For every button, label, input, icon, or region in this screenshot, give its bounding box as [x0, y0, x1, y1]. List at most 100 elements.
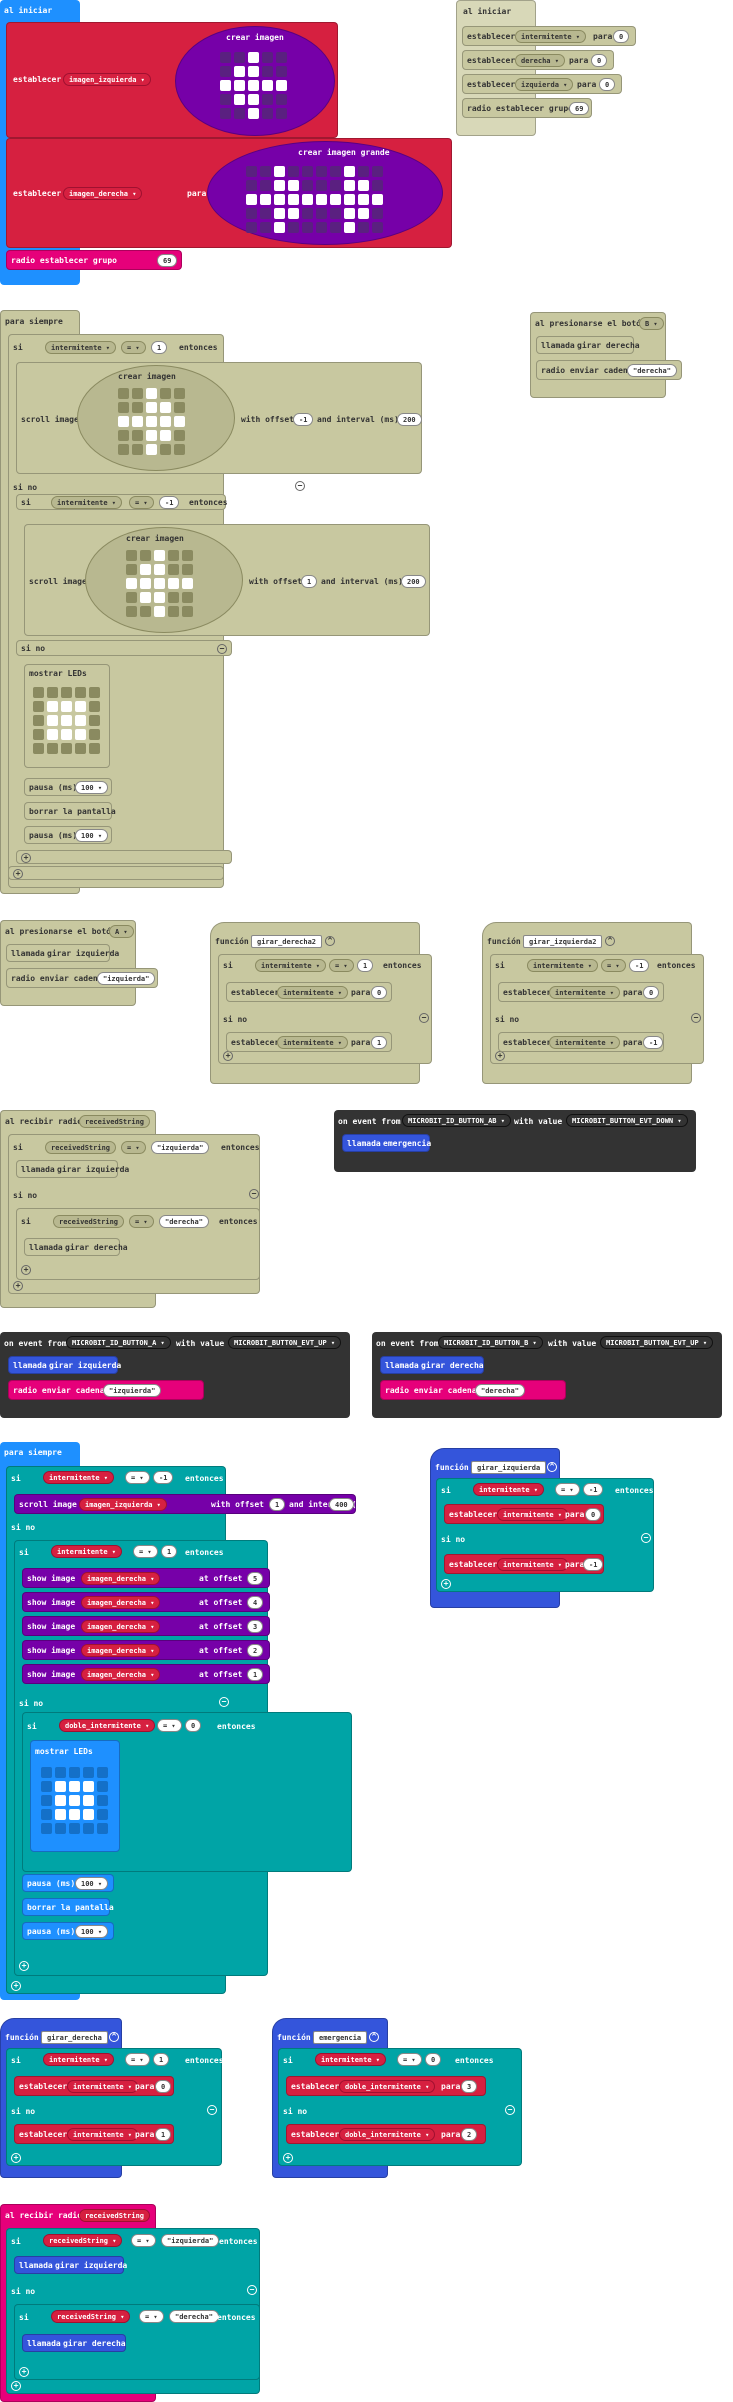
set-derecha-block[interactable]: establecer derecha ▾ para 0 — [462, 50, 614, 70]
plus-icon[interactable]: + — [441, 1579, 451, 1589]
led-cell[interactable] — [126, 592, 137, 603]
led-cell[interactable] — [316, 208, 327, 219]
value-input[interactable]: -1 — [583, 1558, 604, 1571]
if-footer[interactable]: + — [8, 866, 224, 880]
value-input[interactable]: 0 — [643, 986, 660, 999]
var-dropdown[interactable]: izquierda ▾ — [515, 78, 574, 91]
led-cell[interactable] — [288, 194, 299, 205]
led-cell[interactable] — [234, 80, 245, 91]
on-event-b-hat[interactable]: on event from MICROBIT_ID_BUTTON_B ▾ wit… — [372, 1332, 722, 1418]
pause-input[interactable]: 100 ▾ — [75, 1925, 109, 1938]
led-cell[interactable] — [126, 550, 137, 561]
button-dropdown[interactable]: A ▾ — [109, 925, 134, 938]
led-cell[interactable] — [118, 402, 129, 413]
value-input[interactable]: 1 — [357, 959, 374, 972]
led-cell[interactable] — [33, 743, 44, 754]
led-cell[interactable] — [274, 222, 285, 233]
led-cell[interactable] — [262, 52, 273, 63]
led-cell[interactable] — [246, 180, 257, 191]
led-cell[interactable] — [372, 194, 383, 205]
var-dropdown[interactable]: intermitente ▾ — [45, 341, 117, 354]
led-cell[interactable] — [276, 66, 287, 77]
led-cell[interactable] — [330, 208, 341, 219]
set-intermitente-block[interactable]: establecer intermitente ▾ para 0 — [14, 2076, 174, 2096]
show-image-block[interactable]: show image imagen_derecha ▾ at offset 2 — [22, 1640, 270, 1660]
function-name-input[interactable]: girar_derecha — [41, 2031, 108, 2044]
received-string-var[interactable]: receivedString — [45, 1141, 117, 1154]
led-cell[interactable] — [140, 592, 151, 603]
compare-op[interactable]: = ▾ — [121, 1141, 146, 1154]
led-cell[interactable] — [302, 166, 313, 177]
led-cell[interactable] — [97, 1781, 108, 1792]
var-dropdown[interactable]: intermitente ▾ — [277, 986, 349, 999]
led-cell[interactable] — [47, 687, 58, 698]
compare-op[interactable]: = ▾ — [397, 2053, 422, 2066]
led-cell[interactable] — [174, 388, 185, 399]
led-cell[interactable] — [358, 166, 369, 177]
minus-icon[interactable]: − — [207, 2105, 217, 2115]
led-cell[interactable] — [372, 208, 383, 219]
var-dropdown[interactable]: imagen_izquierda ▾ — [79, 1498, 167, 1511]
value-input[interactable]: 1 — [161, 1545, 178, 1558]
set-intermitente-block[interactable]: establecer intermitente ▾ para -1 — [444, 1554, 604, 1574]
compare-op[interactable]: = ▾ — [131, 2234, 156, 2247]
pause-input[interactable]: 100 ▾ — [75, 1877, 109, 1890]
var-dropdown[interactable]: intermitente ▾ — [549, 1036, 621, 1049]
offset-input[interactable]: 1 — [269, 1498, 286, 1511]
button-dropdown[interactable]: B ▾ — [639, 317, 664, 330]
set-intermitente-block[interactable]: establecer intermitente ▾ para 1 — [14, 2124, 174, 2144]
scroll-image-block[interactable]: scroll image crear imagen with offset 1 … — [24, 524, 430, 636]
radio-set-group-block[interactable]: radio establecer grupo 69 — [6, 250, 182, 270]
led-cell[interactable] — [168, 550, 179, 561]
var-dropdown[interactable]: intermitente ▾ — [255, 959, 327, 972]
led-cell[interactable] — [248, 94, 259, 105]
plus-icon[interactable]: + — [19, 2367, 29, 2377]
led-cell[interactable] — [154, 592, 165, 603]
var-dropdown[interactable]: imagen_derecha ▾ — [81, 1644, 161, 1657]
minus-icon[interactable]: − — [247, 2285, 257, 2295]
on-button-a-hat[interactable]: al presionarse el botón A ▾ — [0, 920, 136, 1006]
var-dropdown[interactable]: doble_intermitente ▾ — [339, 2128, 436, 2141]
interval-input[interactable]: 400 — [329, 1498, 354, 1511]
led-cell[interactable] — [55, 1809, 66, 1820]
led-cell[interactable] — [41, 1781, 52, 1792]
plus-icon[interactable]: + — [495, 1051, 505, 1061]
led-cell[interactable] — [154, 550, 165, 561]
led-cell[interactable] — [97, 1767, 108, 1778]
string-input[interactable]: "izquierda" — [97, 972, 156, 985]
if-block[interactable]: si intermitente ▾ = ▾ -1 entonces si no … — [436, 1478, 654, 1592]
set-doble-intermitente-block[interactable]: establecer doble_intermitente ▾ para 3 — [286, 2076, 486, 2096]
call-girar-izquierda[interactable]: llamada girar izquierda — [6, 944, 119, 962]
offset-input[interactable]: 4 — [247, 1596, 264, 1609]
led-cell[interactable] — [89, 743, 100, 754]
led-cell[interactable] — [358, 194, 369, 205]
value-input[interactable]: 2 — [461, 2128, 478, 2141]
plus-icon[interactable]: + — [21, 1265, 31, 1275]
param-received-string[interactable]: receivedString — [79, 1115, 151, 1128]
led-cell[interactable] — [358, 208, 369, 219]
led-cell[interactable] — [47, 701, 58, 712]
minus-icon[interactable]: − — [219, 1697, 229, 1707]
led-cell[interactable] — [248, 108, 259, 119]
event-value-dropdown[interactable]: MICROBIT_BUTTON_EVT_UP ▾ — [600, 1336, 714, 1349]
led-cell[interactable] — [118, 444, 129, 455]
collapse-icon[interactable]: ^ — [605, 936, 615, 946]
led-cell[interactable] — [260, 180, 271, 191]
pause-input[interactable]: 100 ▾ — [75, 829, 109, 842]
led-cell[interactable] — [146, 416, 157, 427]
compare-op[interactable]: = ▾ — [601, 959, 626, 972]
value-input[interactable]: -1 — [583, 1483, 604, 1496]
value-input[interactable]: 0 — [585, 1508, 602, 1521]
led-cell[interactable] — [174, 416, 185, 427]
var-dropdown[interactable]: intermitente ▾ — [497, 1508, 569, 1521]
radio-set-group-block[interactable]: radio establecer grupo 69 — [462, 98, 592, 118]
received-string-var[interactable]: receivedString ▾ — [43, 2234, 123, 2247]
var-dropdown[interactable]: intermitente ▾ — [473, 1483, 545, 1496]
create-image-block[interactable]: crear imagen — [85, 527, 243, 633]
value-input[interactable]: 0 — [185, 1719, 202, 1732]
led-cell[interactable] — [140, 564, 151, 575]
group-number[interactable]: 69 — [569, 102, 590, 115]
led-cell[interactable] — [160, 416, 171, 427]
compare-op[interactable]: = ▾ — [157, 1719, 182, 1732]
on-button-b-hat[interactable]: al presionarse el botón B ▾ — [530, 312, 666, 398]
